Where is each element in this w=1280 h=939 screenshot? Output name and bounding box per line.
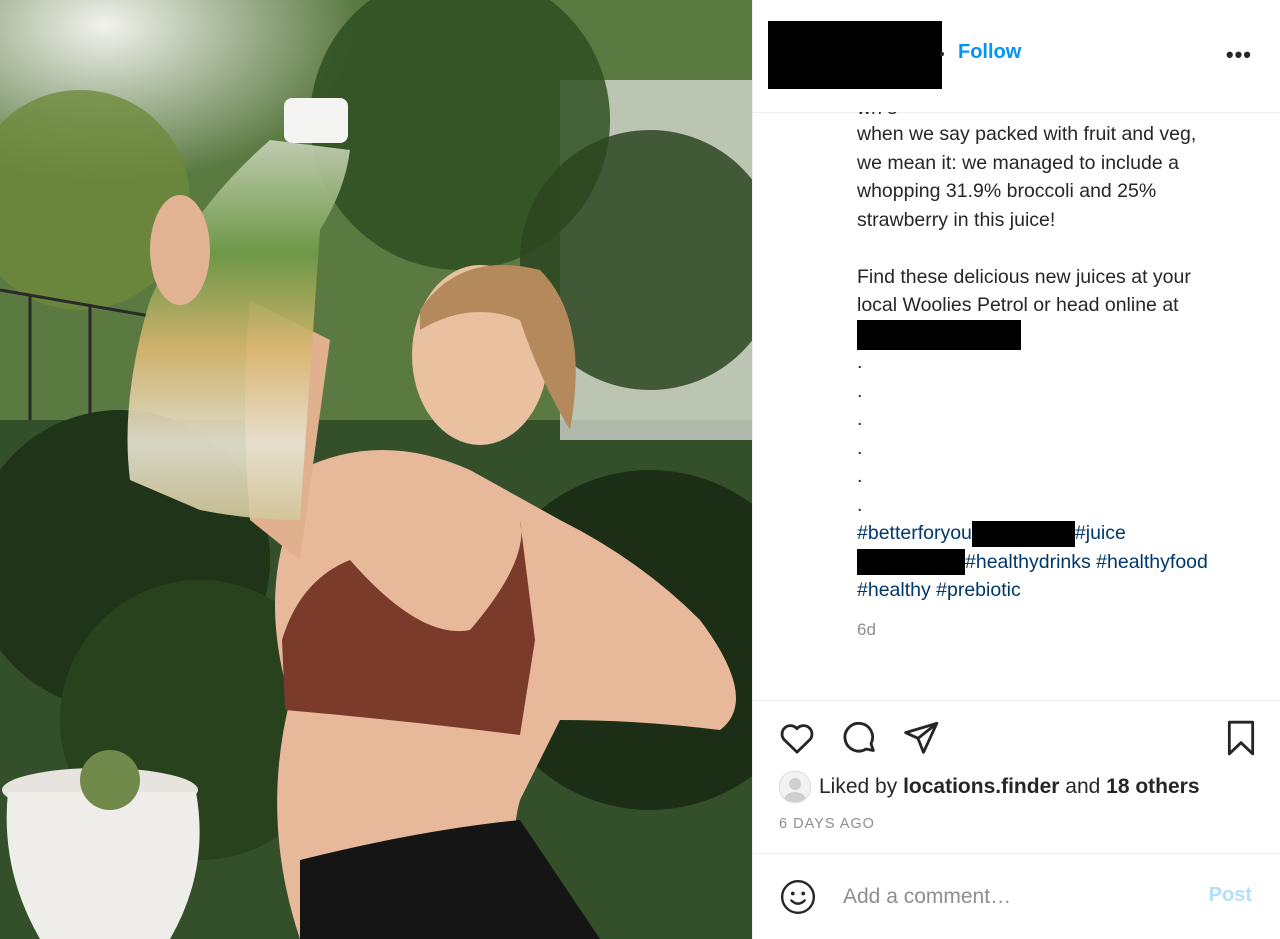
instagram-post: Follow ••• wh s when we say packed with … xyxy=(0,0,1280,939)
caption-line: Find these delicious new juices at your xyxy=(857,265,1191,288)
comment-icon[interactable] xyxy=(839,718,879,763)
caption-line: when we say packed with fruit and veg, xyxy=(857,123,1197,145)
follow-button[interactable]: Follow xyxy=(958,41,1021,64)
redacted-username xyxy=(768,21,942,89)
divider xyxy=(753,700,1280,701)
photo-illustration xyxy=(0,0,752,939)
caption-dot: . xyxy=(857,493,863,516)
redacted-hashtag xyxy=(971,520,1075,547)
caption-line: we mean it: we managed to include a xyxy=(857,151,1179,174)
post-caption: wh s when we say packed with fruit and v… xyxy=(857,112,1267,642)
caption-dot: . xyxy=(857,379,863,402)
caption-dot: . xyxy=(857,436,863,459)
hashtag-line: #healthydrinks #healthyfood xyxy=(857,548,1267,577)
hashtag-line: #betterforyou #juice xyxy=(857,519,1267,548)
likes-middle: and xyxy=(1065,775,1101,798)
heart-icon[interactable] xyxy=(777,718,817,763)
redacted-website-link[interactable] xyxy=(857,319,1021,350)
redacted-hashtag xyxy=(857,549,965,576)
post-date[interactable]: 6 DAYS AGO xyxy=(779,816,875,832)
separator-dot xyxy=(940,52,944,56)
hashtag-betterforyou[interactable]: #betterforyou xyxy=(857,522,972,544)
liker-username[interactable]: locations.finder xyxy=(903,775,1059,799)
post-header: Follow ••• xyxy=(753,0,1280,113)
caption-redacted-link-line xyxy=(857,319,1267,350)
hashtag-healthy[interactable]: #healthy xyxy=(857,579,931,601)
hashtag-prebiotic[interactable]: #prebiotic xyxy=(936,579,1021,601)
hashtag-healthyfood[interactable]: #healthyfood xyxy=(1096,551,1208,573)
more-options-icon[interactable]: ••• xyxy=(1226,44,1252,66)
caption-cut-line: wh s xyxy=(857,112,897,123)
likes-prefix: Liked by xyxy=(819,775,898,798)
caption-line: whopping 31.9% broccoli and 25% xyxy=(857,180,1157,202)
share-icon[interactable] xyxy=(901,718,941,763)
avatar[interactable] xyxy=(779,771,811,803)
caption-dot: . xyxy=(857,351,863,373)
post-photo[interactable] xyxy=(0,0,752,939)
hashtag-juice[interactable]: #juice xyxy=(1075,522,1126,544)
hashtag-healthydrinks[interactable]: #healthydrinks xyxy=(965,551,1091,573)
caption-dot: . xyxy=(857,465,863,487)
caption-line: local Woolies Petrol or head online at xyxy=(857,294,1179,316)
caption-line: strawberry in this juice! xyxy=(857,208,1056,231)
comment-box: Post xyxy=(753,854,1280,939)
likes-summary: Liked by locations.finder and 18 others xyxy=(779,771,1200,803)
caption-timestamp[interactable]: 6d xyxy=(857,620,876,640)
likes-others-link[interactable]: 18 others xyxy=(1106,775,1199,799)
hashtag-line: #healthy #prebiotic xyxy=(857,576,1267,605)
post-side-panel: Follow ••• wh s when we say packed with … xyxy=(752,0,1280,939)
post-comment-button[interactable]: Post xyxy=(1209,884,1252,907)
bookmark-icon[interactable] xyxy=(1221,718,1261,763)
caption-dot: . xyxy=(857,408,863,430)
emoji-icon[interactable] xyxy=(779,878,817,921)
comment-input[interactable] xyxy=(841,881,1175,913)
